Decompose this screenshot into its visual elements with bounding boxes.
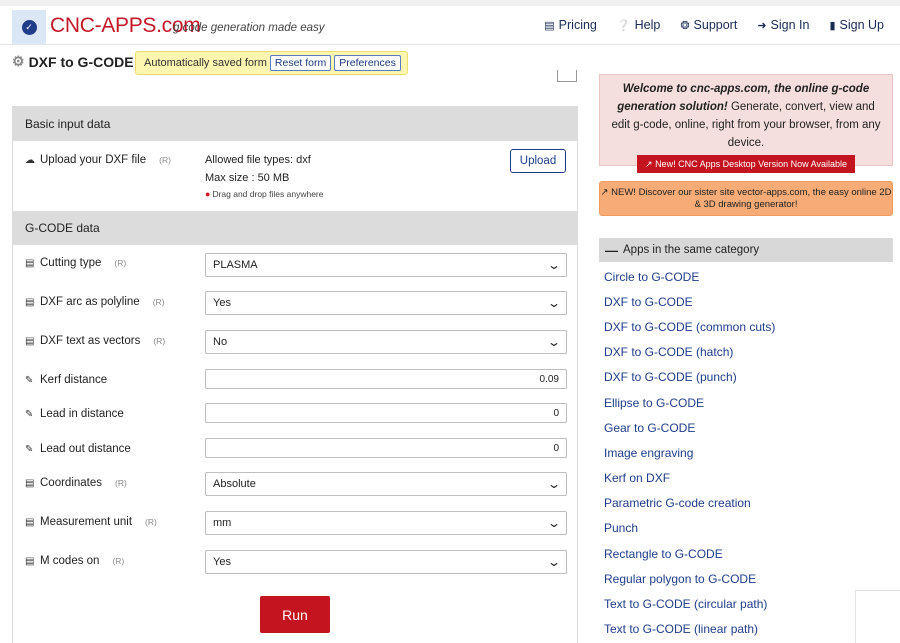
nav-link-sign-in[interactable]: ➜ Sign In [757,18,809,32]
chevron-down-icon: ⌄ [546,335,562,349]
gcode-form: Basic input data ☁ Upload your DXF file … [12,106,578,643]
app-list: Circle to G-CODE DXF to G-CODE DXF to G-… [604,264,894,642]
chevron-down-icon: ⌄ [546,555,562,569]
menu-toggle-button[interactable]: ✓ [12,10,46,44]
app-link[interactable]: DXF to G-CODE (hatch) [604,340,894,365]
page-title: ⚙ DXF to G-CODE [12,53,134,70]
preferences-button[interactable]: Preferences [334,55,401,71]
lead-out-input[interactable]: 0 [205,438,567,458]
section-heading-basic: Basic input data [13,107,577,141]
help-icon: ❔ [616,19,631,32]
app-link[interactable]: Punch [604,516,894,541]
sign-in-icon: ➜ [757,19,767,32]
external-link-icon: ↗ [645,159,653,169]
arc-polyline-select[interactable]: Yes ⌄ [205,291,567,315]
corner-widget [855,590,900,643]
reset-form-button[interactable]: Reset form [269,55,332,71]
top-navbar: ✓ CNC-APPS.com g code generation made ea… [0,0,900,45]
welcome-box: Welcome to cnc-apps.com, the online g-co… [599,74,893,173]
lead-in-input[interactable]: 0 [205,403,567,423]
credit-card-icon: ▤ [544,19,555,32]
upload-button[interactable]: Upload [510,149,566,173]
external-link-icon: ↗ [600,187,609,198]
app-link[interactable]: Circle to G-CODE [604,264,894,289]
text-vectors-select[interactable]: No ⌄ [205,330,567,354]
cutting-type-label: ▤ Cutting type (R) [25,257,127,269]
upload-info: Allowed file types: dxf Max size : 50 MB… [205,154,324,199]
list-icon: ▤ [25,516,35,528]
category-heading[interactable]: — Apps in the same category [599,238,893,262]
pencil-icon: ✎ [25,408,34,420]
pencil-icon: ✎ [25,374,34,386]
pencil-icon: ✎ [25,443,34,455]
run-button[interactable]: Run [260,596,330,633]
m-codes-label: ▤ M codes on (R) [25,555,125,567]
list-icon: ▤ [25,257,35,269]
chevron-down-icon: ⌄ [546,296,562,310]
cloud-upload-icon: ☁ [25,154,35,166]
lead-out-label: ✎ Lead out distance [25,443,131,455]
chevron-down-icon: ⌄ [546,477,562,491]
sister-site-banner[interactable]: ↗ NEW! Discover our sister site vector-a… [599,181,893,216]
unit-select[interactable]: mm ⌄ [205,511,567,535]
app-link[interactable]: Image engraving [604,440,894,465]
gcode-fields: ▤ Cutting type (R) PLASMA ⌄ ▤ DXF arc as… [13,245,577,643]
chevron-down-icon: ⌄ [546,516,562,530]
clipboard-icon: ▮ [829,19,836,32]
app-link[interactable]: Parametric G-code creation [604,491,894,516]
lead-in-label: ✎ Lead in distance [25,408,124,420]
chevron-down-icon: ⌄ [546,258,562,272]
arc-polyline-label: ▤ DXF arc as polyline (R) [25,296,165,308]
nav-link-help[interactable]: ❔ Help [617,18,660,32]
app-link[interactable]: Gear to G-CODE [604,415,894,440]
text-vectors-label: ▤ DXF text as vectors (R) [25,335,166,347]
upload-row: ☁ Upload your DXF file (R) Allowed file … [13,141,577,211]
list-icon: ▤ [25,555,35,567]
kerf-label: ✎ Kerf distance [25,374,108,386]
app-link[interactable]: Kerf on DXF [604,466,894,491]
kerf-input[interactable]: 0.09 [205,369,567,389]
coordinates-label: ▤ Coordinates (R) [25,477,127,489]
list-icon: ▤ [25,335,35,347]
brand-tagline: g code generation made easy [173,22,325,34]
gear-icon: ⚙ [12,53,25,69]
app-link[interactable]: Text to G-CODE (linear path) [604,617,894,642]
app-link[interactable]: Rectangle to G-CODE [604,541,894,566]
m-codes-select[interactable]: Yes ⌄ [205,550,567,574]
scroll-handle[interactable] [557,70,577,82]
map-pin-icon: ● [205,189,211,199]
autosave-notice: Automatically saved form Reset form Pref… [135,51,408,75]
list-icon: ▤ [25,296,35,308]
app-link[interactable]: DXF to G-CODE (punch) [604,365,894,390]
collapse-icon: — [605,242,618,258]
cutting-type-select[interactable]: PLASMA ⌄ [205,253,567,277]
lifebuoy-icon: ❂ [680,19,690,32]
app-link[interactable]: Ellipse to G-CODE [604,390,894,415]
app-link[interactable]: DXF to G-CODE [604,289,894,314]
upload-label: ☁ Upload your DXF file (R) [25,154,171,166]
app-link[interactable]: Text to G-CODE (circular path) [604,591,894,616]
nav-link-support[interactable]: ❂ Support [680,18,737,32]
nav-link-pricing[interactable]: ▤ Pricing [544,18,597,32]
nav-link-sign-up[interactable]: ▮ Sign Up [829,18,884,32]
desktop-version-button[interactable]: ↗ New! CNC Apps Desktop Version Now Avai… [637,155,855,173]
chevron-down-icon: ✓ [21,19,37,35]
list-icon: ▤ [25,477,35,489]
unit-label: ▤ Measurement unit (R) [25,516,157,528]
app-link[interactable]: Regular polygon to G-CODE [604,566,894,591]
app-link[interactable]: DXF to G-CODE (common cuts) [604,314,894,339]
section-heading-gcode: G-CODE data [13,211,577,245]
coordinates-select[interactable]: Absolute ⌄ [205,472,567,496]
nav-links: ▤ Pricing ❔ Help ❂ Support ➜ Sign In ▮ S… [544,18,884,32]
